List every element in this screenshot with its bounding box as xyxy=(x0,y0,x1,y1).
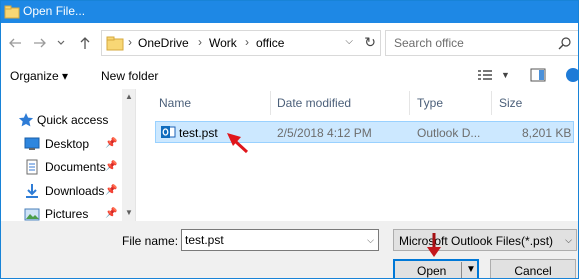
cancel-button-label: Cancel xyxy=(514,264,552,278)
nav-item-quick-access[interactable]: Quick access xyxy=(1,109,121,131)
column-divider[interactable] xyxy=(270,91,271,115)
pin-icon[interactable]: 📌 xyxy=(105,208,117,219)
breadcrumb-separator: › xyxy=(245,35,249,49)
file-type-cell: Outlook D... xyxy=(417,126,481,140)
open-file-dialog: Open File... › OneDrive › Work › office … xyxy=(0,0,579,279)
column-header-name[interactable]: Name xyxy=(159,96,191,110)
organize-button[interactable]: Organize ▾ xyxy=(10,69,68,83)
pin-icon[interactable]: 📌 xyxy=(105,138,117,149)
address-dropdown-icon[interactable]: ⌵ xyxy=(345,36,353,47)
nav-pane-scrollbar[interactable]: ▲ ▼ xyxy=(122,89,135,221)
breadcrumb-separator: › xyxy=(128,35,132,49)
file-name-cell: test.pst xyxy=(179,126,218,140)
recent-locations-chevron-icon[interactable] xyxy=(56,35,66,51)
command-bar: Organize ▾ New folder ▼ xyxy=(1,61,578,89)
breadcrumb-onedrive[interactable]: OneDrive xyxy=(138,36,189,50)
file-name-label: File name: xyxy=(122,234,179,248)
new-folder-button[interactable]: New folder xyxy=(101,69,158,83)
navigation-pane: Quick access Desktop 📌 Documents 📌 Downl… xyxy=(1,89,136,221)
help-icon[interactable] xyxy=(565,67,579,83)
back-arrow-icon[interactable] xyxy=(7,35,23,51)
scroll-down-icon[interactable]: ▼ xyxy=(125,208,133,217)
view-dropdown-icon[interactable]: ▼ xyxy=(501,70,510,80)
breadcrumb-work[interactable]: Work xyxy=(209,36,237,50)
view-options-icon[interactable] xyxy=(477,68,493,82)
desktop-icon xyxy=(24,137,40,150)
nav-item-downloads[interactable]: Downloads 📌 xyxy=(1,180,121,202)
file-type-select[interactable]: Microsoft Outlook Files(*.pst) ⌵ xyxy=(393,229,577,251)
preview-pane-icon[interactable] xyxy=(530,68,546,82)
file-name-field[interactable]: ⌵ xyxy=(181,229,379,251)
nav-item-desktop[interactable]: Desktop 📌 xyxy=(1,133,121,155)
column-header-size[interactable]: Size xyxy=(499,96,522,110)
column-divider[interactable] xyxy=(491,91,492,115)
scroll-up-icon[interactable]: ▲ xyxy=(125,92,133,101)
up-arrow-icon[interactable] xyxy=(77,35,93,51)
pictures-icon xyxy=(24,208,40,221)
pin-icon[interactable]: 📌 xyxy=(105,185,117,196)
open-dropdown-icon[interactable]: ▼ xyxy=(466,264,476,275)
column-header-type[interactable]: Type xyxy=(417,96,443,110)
search-placeholder: Search office xyxy=(394,36,464,50)
file-date-cell: 2/5/2018 4:12 PM xyxy=(277,126,372,140)
navigation-bar: › OneDrive › Work › office ⌵ ↻ Search of… xyxy=(1,23,578,61)
nav-item-label: Quick access xyxy=(37,113,109,127)
breadcrumb-separator: › xyxy=(198,35,202,49)
nav-item-label: Pictures xyxy=(45,207,89,221)
file-type-value: Microsoft Outlook Files(*.pst) xyxy=(399,234,554,248)
file-list: Name Date modified Type Size test.pst 2/… xyxy=(136,89,578,221)
outlook-file-icon xyxy=(161,126,176,138)
downloads-icon xyxy=(26,184,38,198)
star-icon xyxy=(18,113,34,127)
folder-icon xyxy=(4,5,20,19)
file-size-cell: 8,201 KB xyxy=(522,126,572,140)
dialog-footer: File name: ⌵ Microsoft Outlook Files(*.p… xyxy=(1,221,578,278)
refresh-icon[interactable]: ↻ xyxy=(364,34,376,51)
folder-icon xyxy=(106,36,124,51)
search-icon xyxy=(558,37,571,50)
pin-icon[interactable]: 📌 xyxy=(105,161,117,172)
forward-arrow-icon[interactable] xyxy=(32,35,48,51)
window-title: Open File... xyxy=(23,4,86,18)
nav-item-label: Desktop xyxy=(45,137,90,151)
nav-item-documents[interactable]: Documents 📌 xyxy=(1,156,121,178)
open-button[interactable]: Open ▼ xyxy=(393,259,479,278)
address-bar[interactable]: › OneDrive › Work › office ⌵ ↻ xyxy=(101,30,381,56)
nav-item-pictures[interactable]: Pictures 📌 xyxy=(1,203,121,221)
file-row[interactable]: test.pst 2/5/2018 4:12 PM Outlook D... 8… xyxy=(155,121,574,143)
file-name-dropdown-icon[interactable]: ⌵ xyxy=(367,235,374,246)
title-bar: Open File... xyxy=(1,1,578,23)
documents-icon xyxy=(26,159,38,175)
file-name-input[interactable] xyxy=(185,233,355,247)
open-button-label: Open xyxy=(417,264,447,278)
cancel-button[interactable]: Cancel xyxy=(490,259,576,278)
breadcrumb-office[interactable]: office xyxy=(256,36,284,50)
search-box[interactable]: Search office xyxy=(385,30,578,56)
nav-item-label: Documents xyxy=(45,160,106,174)
column-divider[interactable] xyxy=(409,91,410,115)
split-divider xyxy=(461,262,462,278)
column-header-date-modified[interactable]: Date modified xyxy=(277,96,351,110)
file-type-dropdown-icon[interactable]: ⌵ xyxy=(565,235,572,246)
nav-item-label: Downloads xyxy=(45,184,105,198)
